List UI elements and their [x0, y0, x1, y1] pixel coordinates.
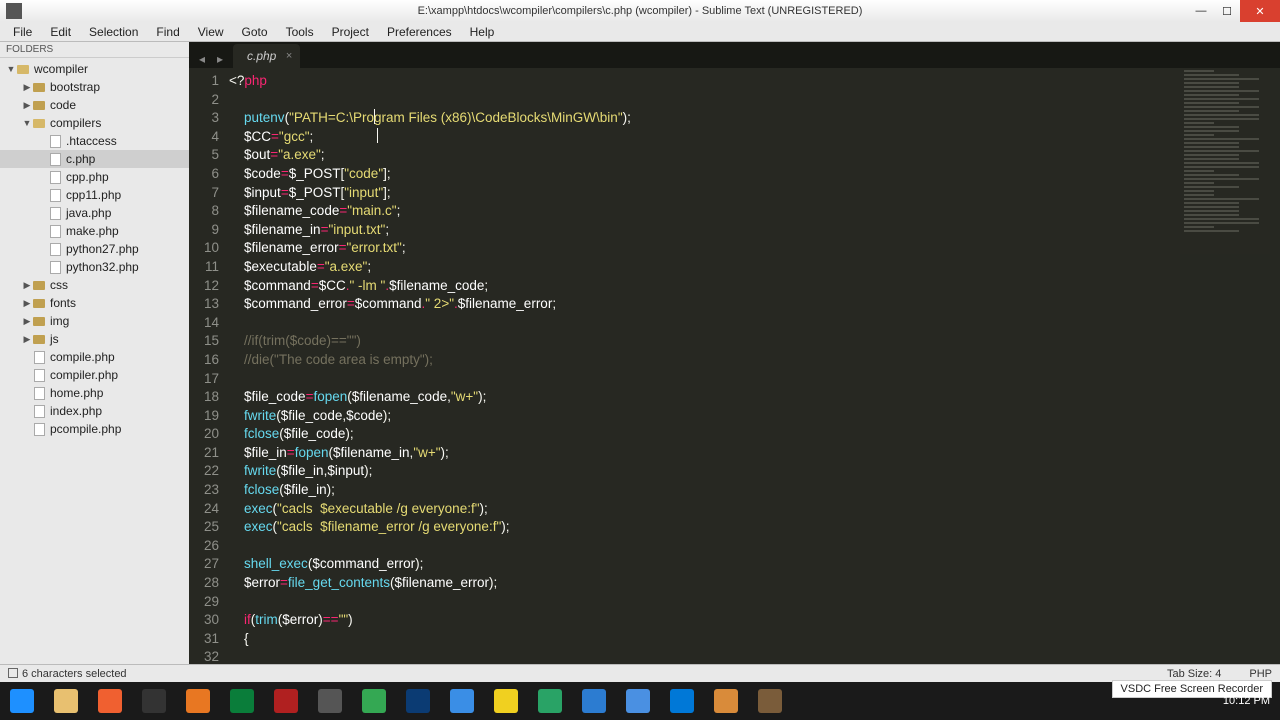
taskbar-app-9[interactable] [396, 682, 440, 720]
taskbar-clock: 10:12 PM [1223, 695, 1270, 707]
tree-img[interactable]: ▶img [0, 312, 189, 330]
status-language[interactable]: PHP [1249, 668, 1272, 680]
tree-cpp11-php[interactable]: cpp11.php [0, 186, 189, 204]
taskbar-app-10[interactable] [440, 682, 484, 720]
taskbar-app-17[interactable] [748, 682, 792, 720]
taskbar-app-16[interactable] [704, 682, 748, 720]
tab-row: ◂ ▸ c.php × [189, 42, 1280, 68]
menu-selection[interactable]: Selection [80, 25, 147, 39]
taskbar-app-12[interactable] [528, 682, 572, 720]
taskbar-app-8[interactable] [352, 682, 396, 720]
taskbar-app-0[interactable] [0, 682, 44, 720]
tab-c-php[interactable]: c.php × [233, 44, 300, 68]
tree-code[interactable]: ▶code [0, 96, 189, 114]
minimize-button[interactable]: — [1188, 0, 1214, 22]
tree-css[interactable]: ▶css [0, 276, 189, 294]
sidebar: FOLDERS ▼wcompiler▶bootstrap▶code▼compil… [0, 42, 189, 664]
editor: ◂ ▸ c.php × 1234567891011121314151617181… [189, 42, 1280, 664]
tree-bootstrap[interactable]: ▶bootstrap [0, 78, 189, 96]
menu-help[interactable]: Help [461, 25, 504, 39]
menu-view[interactable]: View [189, 25, 233, 39]
menu-goto[interactable]: Goto [233, 25, 277, 39]
menu-preferences[interactable]: Preferences [378, 25, 461, 39]
code-area[interactable]: 1234567891011121314151617181920212223242… [189, 68, 1280, 664]
menu-tools[interactable]: Tools [277, 25, 323, 39]
nav-forward-icon[interactable]: ▸ [213, 50, 227, 68]
taskbar-app-4[interactable] [176, 682, 220, 720]
taskbar-app-2[interactable] [88, 682, 132, 720]
window-title: E:\xampp\htdocs\wcompiler\compilers\c.ph… [418, 5, 863, 17]
maximize-button[interactable]: ☐ [1214, 0, 1240, 22]
menu-project[interactable]: Project [323, 25, 378, 39]
menu-file[interactable]: File [4, 25, 41, 39]
taskbar-app-6[interactable] [264, 682, 308, 720]
tree-js[interactable]: ▶js [0, 330, 189, 348]
taskbar-app-14[interactable] [616, 682, 660, 720]
taskbar-app-7[interactable] [308, 682, 352, 720]
tree-cpp-php[interactable]: cpp.php [0, 168, 189, 186]
taskbar-app-5[interactable] [220, 682, 264, 720]
tree-c-php[interactable]: c.php [0, 150, 189, 168]
taskbar-app-15[interactable] [660, 682, 704, 720]
tree--htaccess[interactable]: .htaccess [0, 132, 189, 150]
menu-find[interactable]: Find [147, 25, 188, 39]
nav-back-icon[interactable]: ◂ [195, 50, 209, 68]
tree-python32-php[interactable]: python32.php [0, 258, 189, 276]
menu-bar: FileEditSelectionFindViewGotoToolsProjec… [0, 22, 1280, 42]
tree-fonts[interactable]: ▶fonts [0, 294, 189, 312]
tree-compiler-php[interactable]: compiler.php [0, 366, 189, 384]
tab-label: c.php [247, 49, 276, 63]
taskbar-app-1[interactable] [44, 682, 88, 720]
code-content[interactable]: <?php putenv("PATH=C:\Program Files (x86… [229, 68, 1280, 664]
folder-tree: ▼wcompiler▶bootstrap▶code▼compilers.htac… [0, 58, 189, 438]
tree-compilers[interactable]: ▼compilers [0, 114, 189, 132]
taskbar-app-3[interactable] [132, 682, 176, 720]
tree-wcompiler[interactable]: ▼wcompiler [0, 60, 189, 78]
line-gutter: 1234567891011121314151617181920212223242… [189, 68, 229, 664]
tree-index-php[interactable]: index.php [0, 402, 189, 420]
status-bar: 6 characters selected Tab Size: 4 PHP [0, 664, 1280, 682]
status-tabsize[interactable]: Tab Size: 4 [1167, 668, 1221, 680]
app-icon [6, 3, 22, 19]
minimap[interactable] [1180, 68, 1280, 664]
close-button[interactable]: ✕ [1240, 0, 1280, 22]
tree-java-php[interactable]: java.php [0, 204, 189, 222]
menu-edit[interactable]: Edit [41, 25, 80, 39]
taskbar-app-13[interactable] [572, 682, 616, 720]
tree-compile-php[interactable]: compile.php [0, 348, 189, 366]
tree-make-php[interactable]: make.php [0, 222, 189, 240]
status-selection: 6 characters selected [8, 668, 127, 680]
sidebar-header: FOLDERS [0, 42, 189, 58]
tab-close-icon[interactable]: × [286, 50, 292, 62]
tree-home-php[interactable]: home.php [0, 384, 189, 402]
tree-pcompile-php[interactable]: pcompile.php [0, 420, 189, 438]
tree-python27-php[interactable]: python27.php [0, 240, 189, 258]
window-titlebar: E:\xampp\htdocs\wcompiler\compilers\c.ph… [0, 0, 1280, 22]
taskbar: VSDC Free Screen Recorder 10:12 PM [0, 682, 1280, 720]
taskbar-app-11[interactable] [484, 682, 528, 720]
